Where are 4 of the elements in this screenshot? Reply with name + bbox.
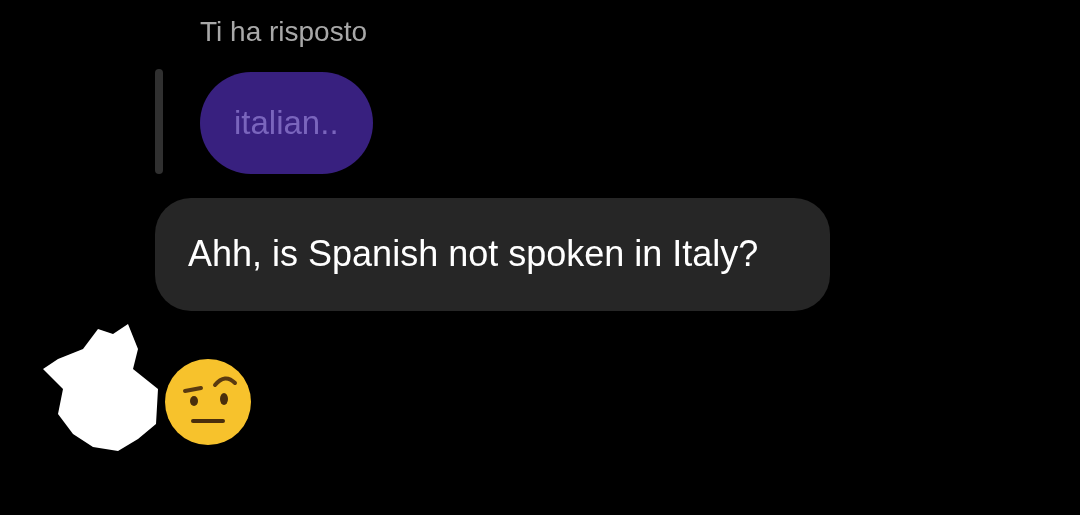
reply-header: Ti ha risposto: [200, 15, 369, 49]
quoted-message[interactable]: italian..: [200, 72, 373, 174]
raised-eyebrow-emoji-icon: [163, 356, 253, 447]
message-bubble: Ahh, is Spanish not spoken in Italy?: [155, 198, 830, 311]
